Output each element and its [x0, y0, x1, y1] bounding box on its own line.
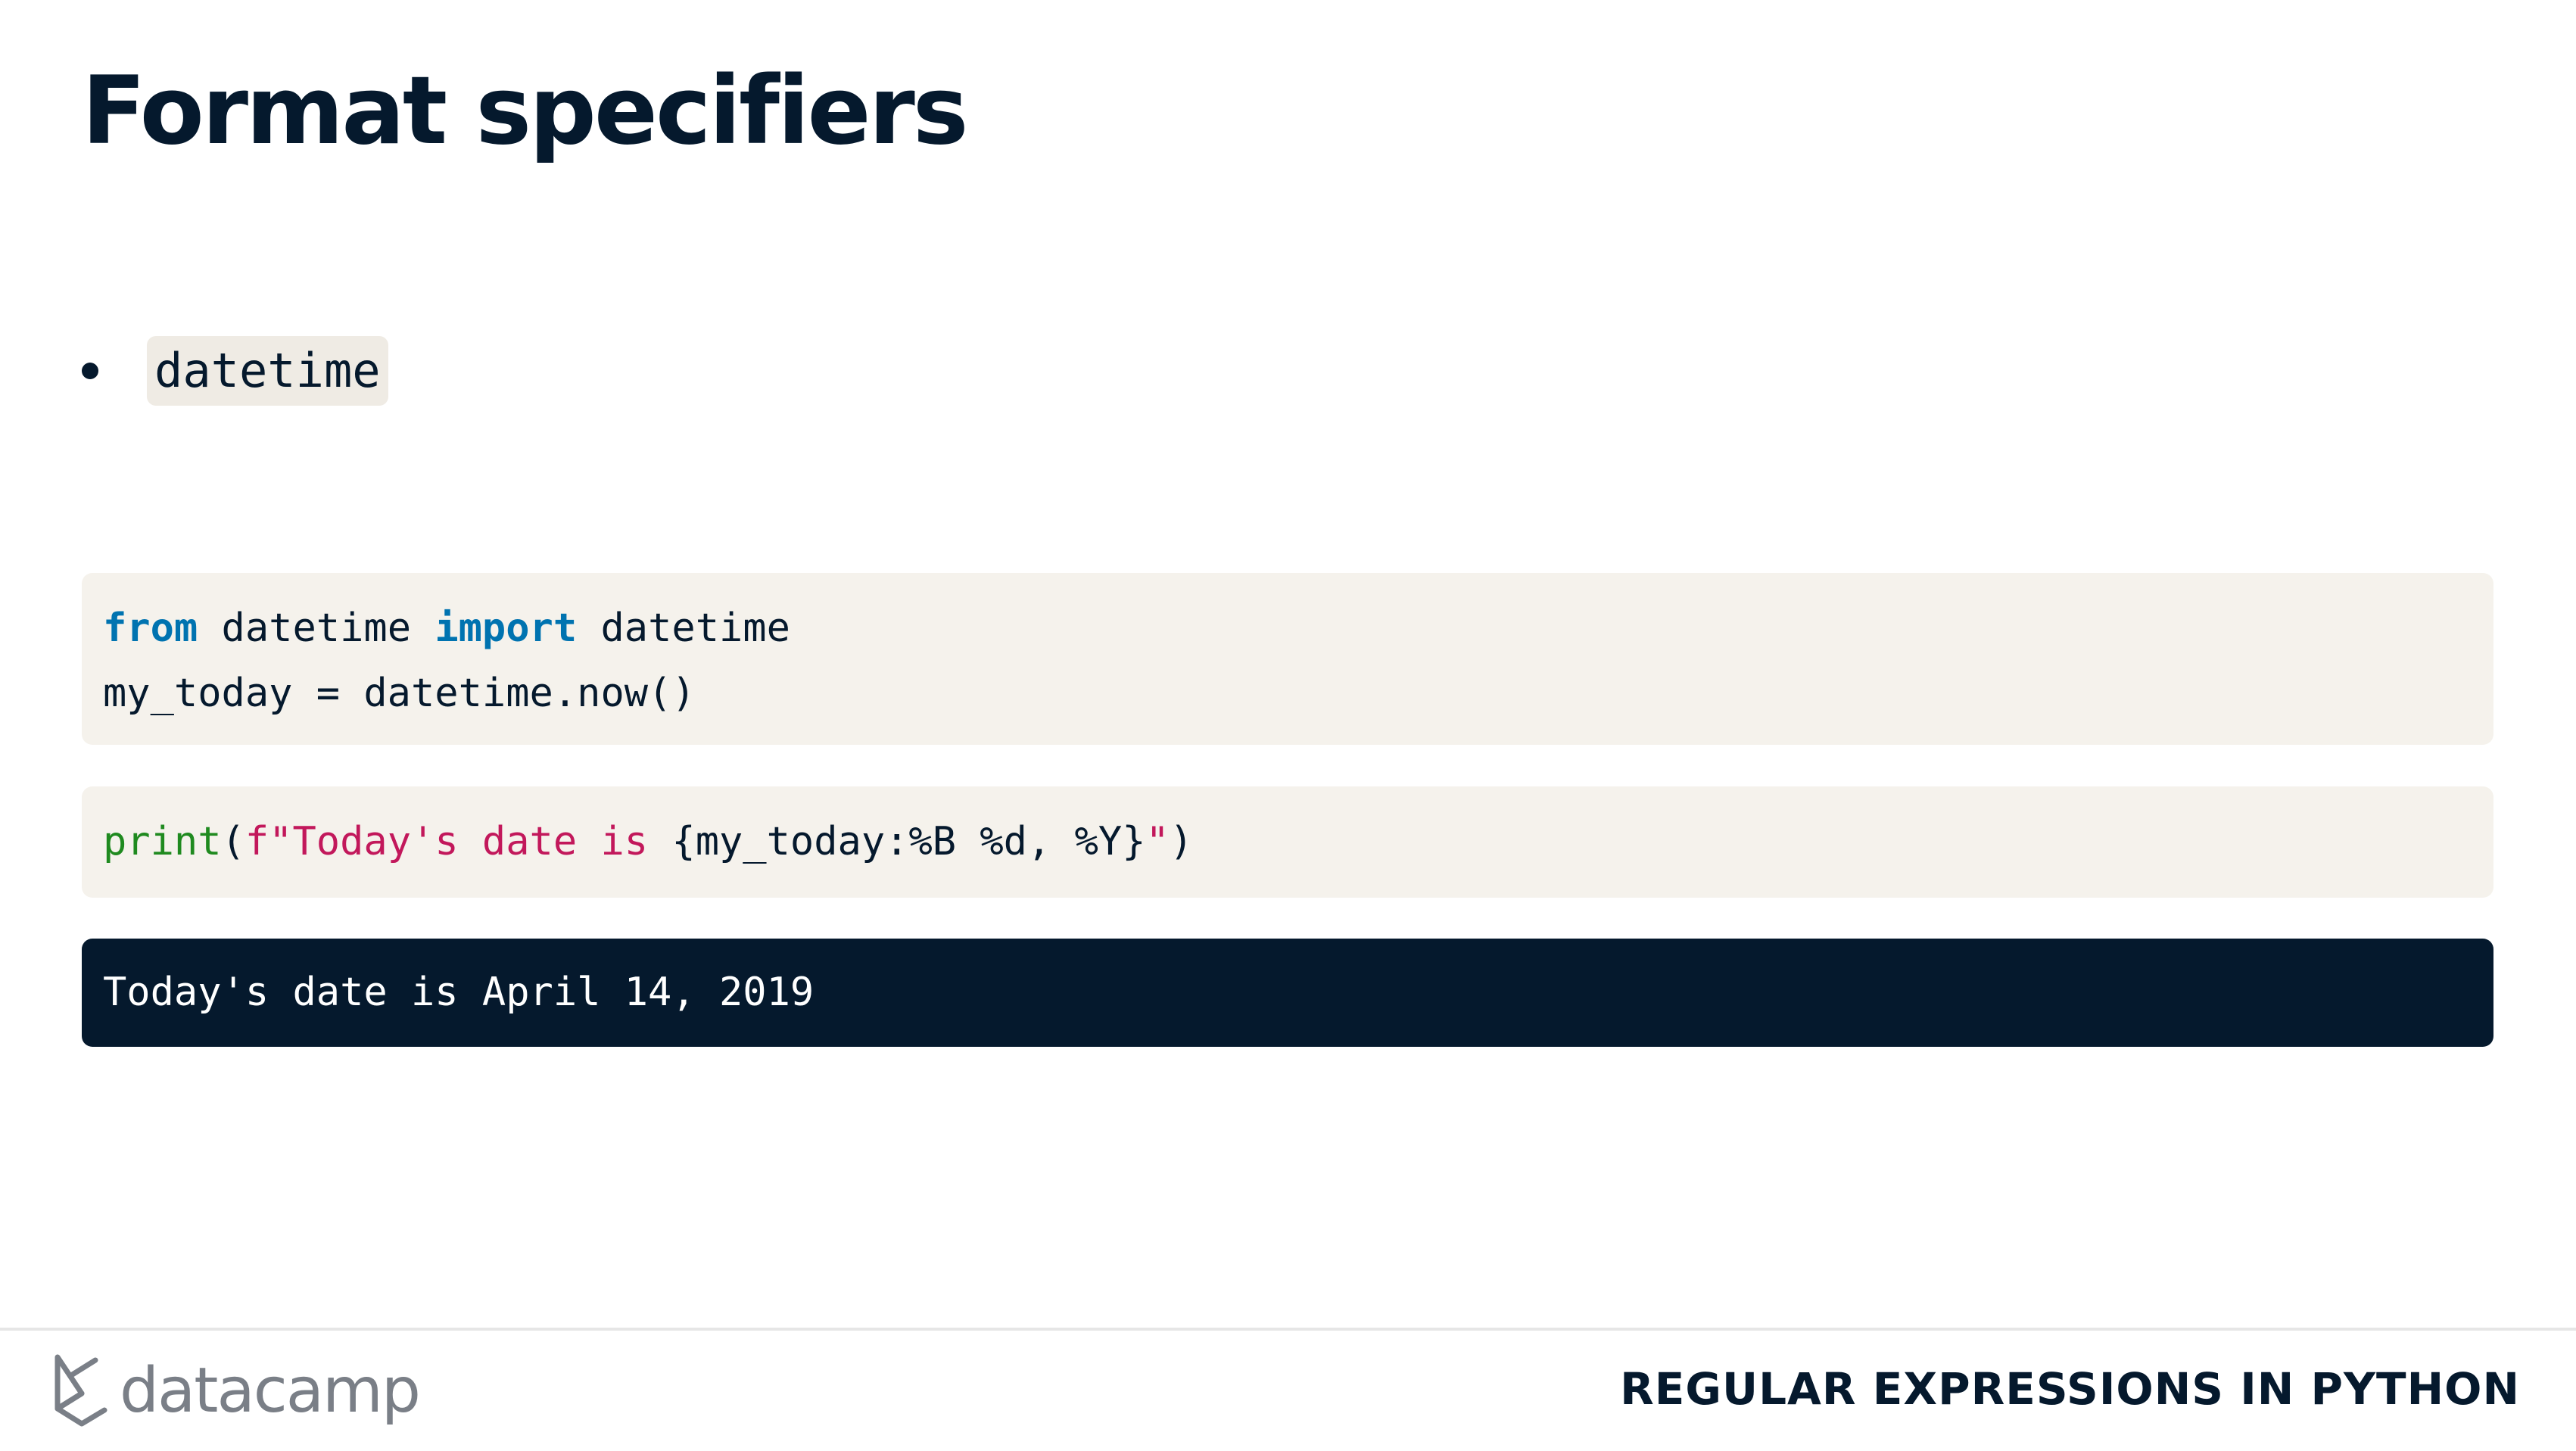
code-imported-name: datetime: [577, 606, 790, 651]
paren-close: ): [1169, 819, 1194, 864]
keyword-import: import: [435, 606, 578, 651]
paren-open: (: [221, 819, 245, 864]
datacamp-logo: datacamp: [51, 1349, 421, 1432]
footer-divider: [0, 1328, 2576, 1331]
course-name: REGULAR EXPRESSIONS IN PYTHON: [1620, 1363, 2520, 1415]
code-line-2: my_today = datetime.now(): [103, 671, 696, 716]
output-text: Today's date is April 14, 2019: [103, 970, 815, 1015]
logo-wordmark: datacamp: [120, 1354, 421, 1427]
code-line-1: from datetime import datetime: [103, 596, 2472, 661]
output-block: Today's date is April 14, 2019: [82, 939, 2493, 1047]
builtin-print: print: [103, 819, 222, 864]
bullet-dot-icon: [82, 363, 98, 379]
bullet-item: datetime: [82, 336, 388, 406]
fstring-start: f"Today's date is: [245, 819, 672, 864]
datacamp-logo-icon: [55, 1354, 107, 1427]
code-block-print: print(f"Today's date is {my_today:%B %d,…: [82, 786, 2493, 898]
slide-title: Format specifiers: [82, 57, 969, 166]
keyword-from: from: [103, 606, 198, 651]
code-module-name: datetime: [198, 606, 435, 651]
fstring-end: ": [1145, 819, 1170, 864]
inline-code-datetime: datetime: [147, 336, 388, 406]
code-block-imports: from datetime import datetime my_today = …: [82, 573, 2493, 745]
fstring-expression: {my_today:%B %d, %Y}: [671, 819, 1146, 864]
